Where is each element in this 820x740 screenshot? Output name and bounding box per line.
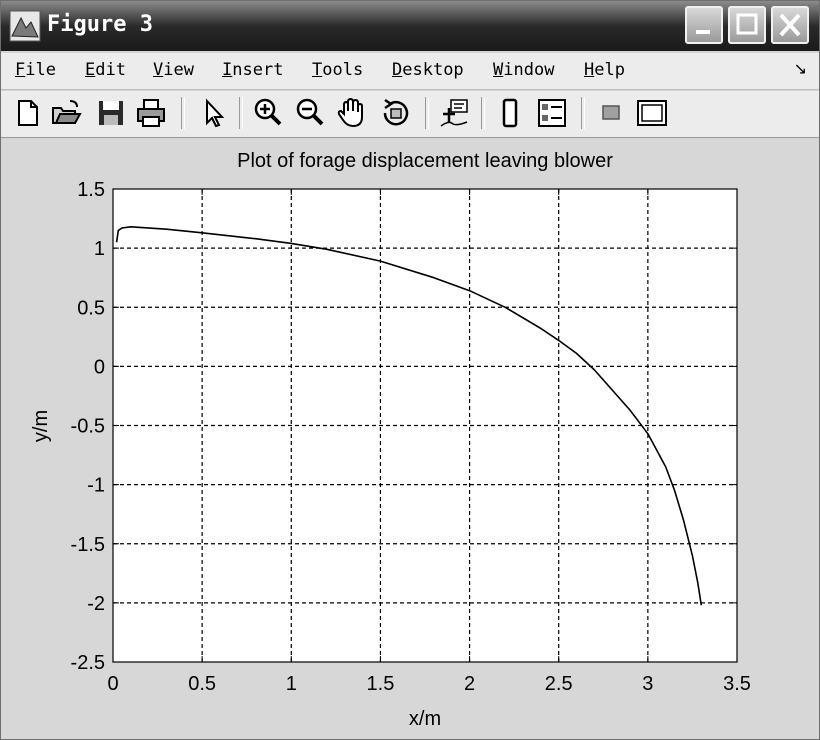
- data-cursor-icon[interactable]: [437, 96, 471, 130]
- print-icon[interactable]: [134, 96, 168, 130]
- y-tick-label: 1.5: [77, 179, 105, 201]
- new-figure-icon[interactable]: [11, 96, 45, 130]
- x-tick-label: 1: [286, 673, 297, 695]
- toolbar-separator: [581, 97, 585, 129]
- rotate-3d-icon[interactable]: [379, 96, 413, 130]
- show-plot-tools-icon[interactable]: [635, 96, 669, 130]
- toolbar-separator: [481, 97, 485, 129]
- menu-file[interactable]: File: [15, 60, 56, 80]
- toolbar-separator: [425, 97, 429, 129]
- menu-window[interactable]: Window: [493, 60, 554, 80]
- y-tick-label: -2.5: [71, 652, 105, 674]
- line-chart[interactable]: 0 0.5 1 1.5 2 2.5 3 3.5 1.5 1 0.5 0 -0.5 -1 -1.5 -2 -2.5…: [1, 139, 819, 739]
- menu-desktop[interactable]: Desktop: [392, 60, 464, 80]
- hide-plot-tools-icon[interactable]: [595, 96, 629, 130]
- menu-edit[interactable]: Edit: [85, 60, 126, 80]
- maximize-button[interactable]: [728, 6, 766, 44]
- y-tick-label: 0: [94, 356, 105, 378]
- toolbar-separator: [181, 97, 185, 129]
- title-bar[interactable]: Figure 3: [1, 1, 819, 51]
- menu-bar: File Edit View Insert Tools Desktop Wind…: [1, 53, 819, 90]
- y-tick-label: 0.5: [77, 297, 105, 319]
- chart-title: Plot of forage displacement leaving blow…: [237, 150, 613, 172]
- colorbar-icon[interactable]: [493, 96, 527, 130]
- pan-hand-icon[interactable]: [335, 96, 369, 130]
- close-button[interactable]: [771, 6, 809, 44]
- x-tick-label: 3.5: [723, 673, 751, 695]
- matlab-figure-icon: [9, 10, 41, 42]
- x-tick-label: 2: [464, 673, 475, 695]
- figure-toolbar: [1, 91, 819, 138]
- x-tick-label: 3: [642, 673, 653, 695]
- close-icon: [779, 13, 801, 37]
- minimize-button[interactable]: [685, 6, 723, 44]
- toolbar-separator: [239, 97, 243, 129]
- save-icon[interactable]: [94, 96, 128, 130]
- zoom-out-icon[interactable]: [293, 96, 327, 130]
- figure-window: Figure 3 File Edit View Insert Tools Des…: [0, 0, 820, 740]
- window-title: Figure 3: [47, 12, 153, 37]
- y-tick-label: 1: [94, 238, 105, 260]
- menu-view[interactable]: View: [153, 60, 194, 80]
- x-tick-label: 1.5: [367, 673, 395, 695]
- y-tick-label: -0.5: [71, 416, 105, 438]
- y-axis-label: y/m: [30, 410, 52, 442]
- menu-tools[interactable]: Tools: [312, 60, 363, 80]
- x-axis-label: x/m: [409, 708, 441, 730]
- dock-figure-icon[interactable]: ↘: [794, 59, 807, 78]
- minimize-icon: [696, 30, 710, 34]
- figure-canvas: 0 0.5 1 1.5 2 2.5 3 3.5 1.5 1 0.5 0 -0.5 -1 -1.5 -2 -2.5…: [1, 139, 819, 739]
- y-tick-label: -2: [87, 593, 105, 615]
- x-tick-label: 0: [107, 673, 118, 695]
- legend-icon[interactable]: [535, 96, 569, 130]
- menu-insert[interactable]: Insert: [222, 60, 283, 80]
- zoom-in-icon[interactable]: [251, 96, 285, 130]
- x-tick-label: 0.5: [188, 673, 216, 695]
- y-tick-label: -1.5: [71, 534, 105, 556]
- maximize-icon: [736, 13, 758, 35]
- y-tick-label: -1: [87, 475, 105, 497]
- menu-help[interactable]: Help: [584, 60, 625, 80]
- edit-plot-arrow-icon[interactable]: [197, 96, 231, 130]
- x-tick-label: 2.5: [545, 673, 573, 695]
- open-file-icon[interactable]: [49, 96, 83, 130]
